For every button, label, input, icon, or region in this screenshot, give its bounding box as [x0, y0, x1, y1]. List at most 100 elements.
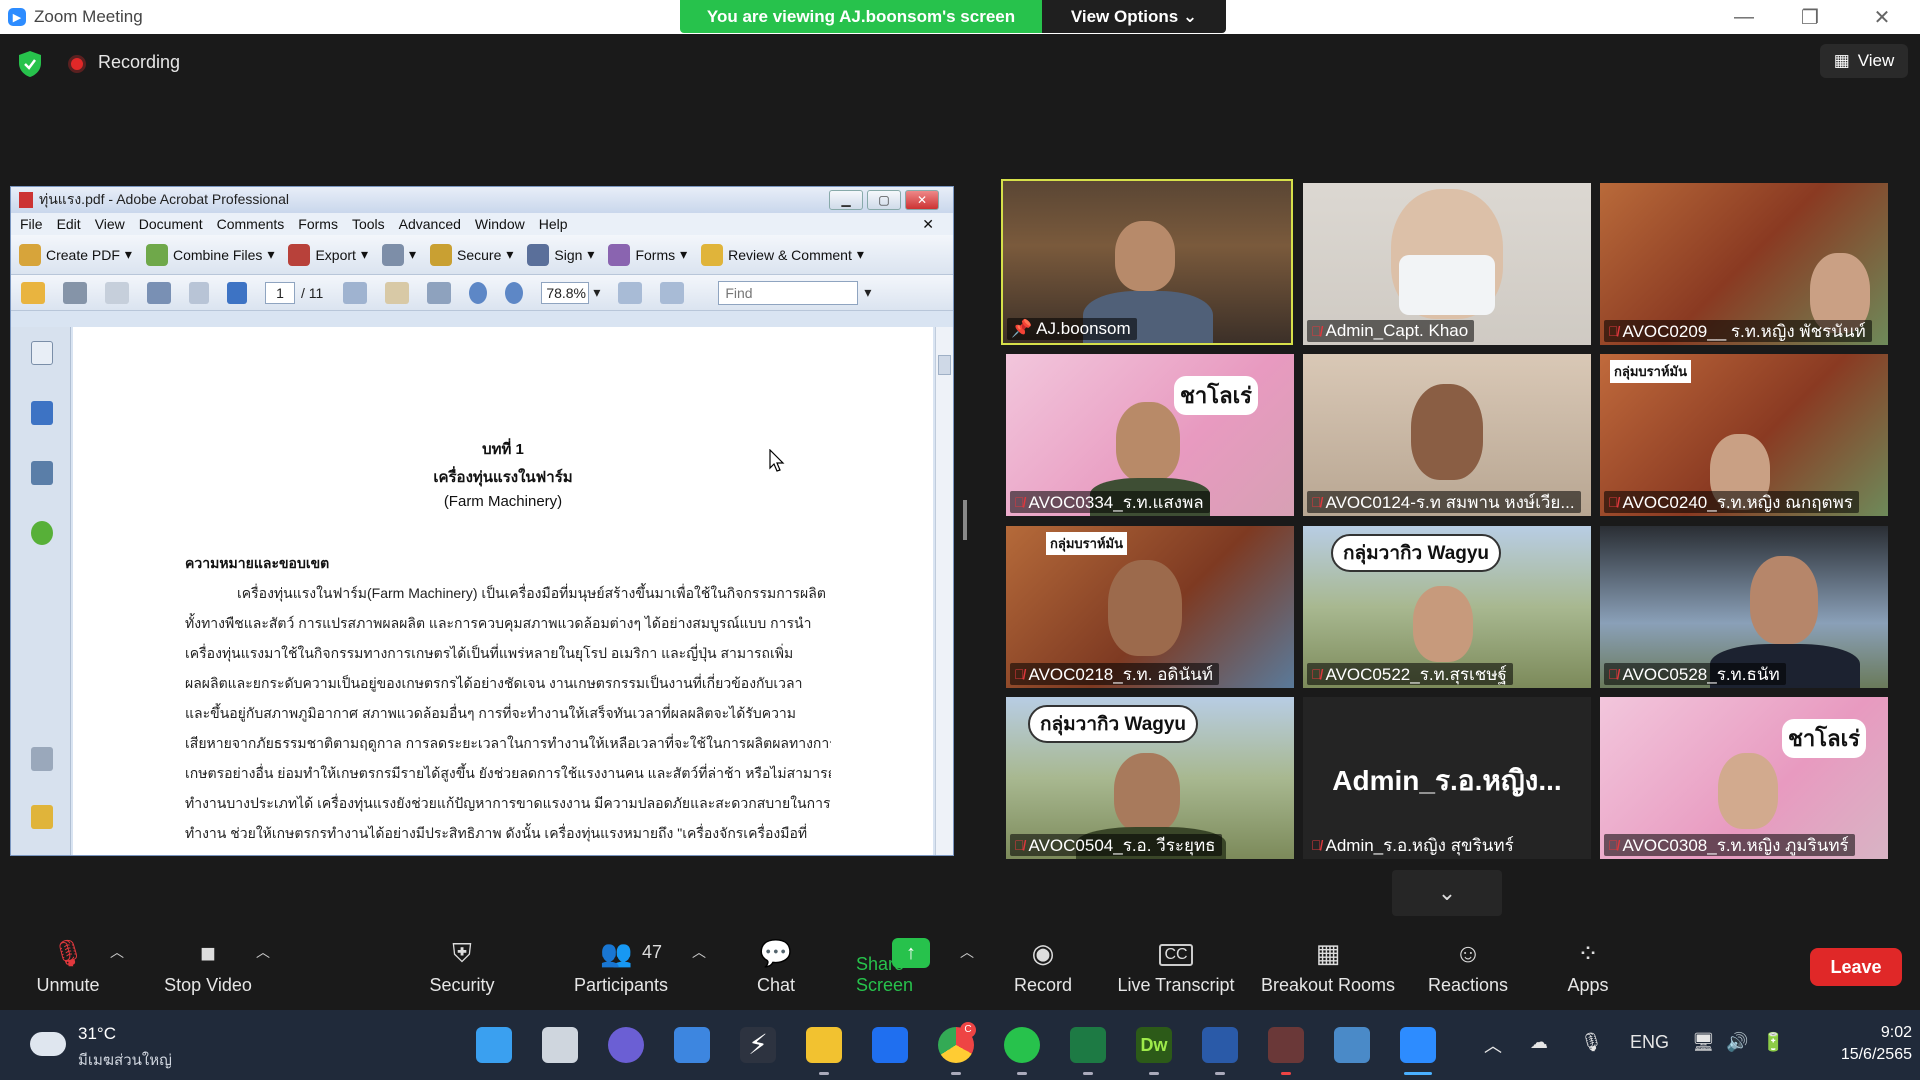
signatures-icon[interactable] — [31, 461, 53, 485]
reactions-button[interactable]: ☺ Reactions — [1426, 928, 1510, 1010]
unity-icon[interactable]: ⚡ — [740, 1027, 776, 1063]
scrollbar-thumb[interactable] — [938, 355, 951, 375]
taskbar-clock[interactable]: 9:02 15/6/2565 — [1840, 1022, 1912, 1066]
weather-temperature[interactable]: 31°C — [78, 1024, 116, 1044]
restore-button[interactable]: ❐ — [1780, 0, 1840, 34]
video-tile[interactable]: ชาโลเร่ 🎙̸ AVOC0308_ร.ท.หญิง ภูมรินทร์ — [1600, 697, 1888, 859]
close-button[interactable]: ✕ — [1852, 0, 1912, 34]
participants-button[interactable]: 👥 47 Participants — [566, 928, 676, 1010]
onedrive-cloud-icon[interactable]: ☁ — [1530, 1032, 1548, 1053]
input-language[interactable]: ENG — [1630, 1032, 1669, 1053]
acrobat-maximize-button[interactable]: ▢ — [867, 190, 901, 210]
menu-forms[interactable]: Forms — [298, 216, 338, 232]
review-comment-button[interactable]: Review & Comment ▾ — [701, 243, 864, 266]
video-tile[interactable]: กลุ่มวากิว Wagyu 🎙̸ AVOC0504_ร.อ. วีระยุท… — [1006, 697, 1294, 859]
attachments-icon[interactable] — [31, 747, 53, 771]
acrobat-vertical-scrollbar[interactable] — [935, 327, 953, 855]
share-screen-button[interactable]: ↑ Share Screen — [856, 928, 966, 1010]
menu-window[interactable]: Window — [475, 216, 525, 232]
zoom-level-input[interactable]: 78.8% — [541, 281, 590, 304]
video-tile[interactable]: 🎙̸ AVOC0124-ร.ท สมพาน หงษ์เวีย... — [1303, 354, 1591, 516]
page-number-input[interactable]: 1 — [265, 281, 295, 304]
acrobat-close-button[interactable]: ✕ — [905, 190, 939, 210]
microphone-icon[interactable]: 🎙 — [1580, 1032, 1603, 1053]
email-icon[interactable] — [147, 281, 171, 304]
hand-tool-icon[interactable] — [385, 281, 410, 304]
zoom-in-icon[interactable] — [505, 281, 524, 304]
menu-help[interactable]: Help — [539, 216, 568, 232]
menu-view[interactable]: View — [95, 216, 125, 232]
battery-icon[interactable]: 🔋 — [1762, 1032, 1784, 1053]
mail-icon[interactable] — [674, 1027, 710, 1063]
zoom-out-icon[interactable] — [469, 281, 488, 304]
save-icon[interactable] — [105, 281, 129, 304]
comments-icon[interactable] — [31, 805, 53, 829]
combine-files-button[interactable]: Combine Files ▾ — [145, 243, 274, 266]
next-page-gallery-button[interactable]: ⌄ — [1392, 870, 1502, 916]
create-pdf-button[interactable]: Create PDF ▾ — [19, 243, 132, 266]
sign-button[interactable]: Sign ▾ — [527, 243, 594, 266]
view-button[interactable]: ▦ View — [1820, 44, 1908, 78]
chat-button[interactable]: 💬 Chat — [750, 928, 802, 1010]
file-explorer-icon[interactable] — [806, 1027, 842, 1063]
print-icon[interactable] — [63, 281, 87, 304]
breakout-rooms-button[interactable]: ▦ Breakout Rooms — [1258, 928, 1398, 1010]
cloudy-weather-icon[interactable] — [30, 1032, 66, 1056]
task-view-icon[interactable] — [542, 1027, 578, 1063]
stop-video-button[interactable]: ■ Stop Video — [156, 928, 260, 1010]
open-folder-icon[interactable] — [21, 281, 45, 304]
secure-button[interactable]: Secure ▾ — [430, 243, 513, 266]
find-input[interactable]: Find — [718, 280, 859, 305]
split-divider-handle[interactable] — [963, 500, 967, 540]
line-icon[interactable] — [1004, 1027, 1040, 1063]
find-dropdown-icon[interactable]: ▾ — [864, 284, 871, 301]
menu-document[interactable]: Document — [139, 216, 203, 232]
view-options-button[interactable]: View Options ⌄ — [1042, 0, 1226, 33]
share-options-caret[interactable]: ︿ — [960, 942, 974, 962]
zoom-dropdown-icon[interactable]: ▾ — [593, 284, 600, 301]
minimize-button[interactable]: — — [1714, 0, 1774, 34]
shared-screen-acrobat[interactable]: ทุ่นแรง.pdf - Adobe Acrobat Professional… — [10, 186, 954, 856]
help-icon[interactable] — [31, 521, 53, 545]
shield-icon[interactable] — [18, 50, 42, 78]
bookmarks-icon[interactable] — [31, 401, 53, 425]
print-options-button[interactable]: ▾ — [381, 243, 416, 266]
video-options-caret[interactable]: ︿ — [256, 942, 270, 962]
network-icon[interactable]: 🖥 — [1692, 1032, 1715, 1053]
video-tile[interactable]: ชาโลเร่ 🎙̸ AVOC0334_ร.ท.แสงพล — [1006, 354, 1294, 516]
acrobat-minimize-button[interactable]: ▁ — [829, 190, 863, 210]
record-button[interactable]: ◉ Record — [1012, 928, 1074, 1010]
store-bag-icon[interactable] — [1268, 1027, 1304, 1063]
defender-icon[interactable] — [1202, 1027, 1238, 1063]
fit-page-icon[interactable] — [660, 281, 685, 304]
excel-icon[interactable] — [1070, 1027, 1106, 1063]
menu-tools[interactable]: Tools — [352, 216, 385, 232]
video-tile[interactable]: 🎙̸ AVOC0528_ร.ท.ธนัท — [1600, 526, 1888, 688]
pdf-document-page[interactable]: บทที่ 1 เครื่องทุ่นแรงในฟาร์ม (Farm Mach… — [73, 327, 933, 855]
teams-chat-icon[interactable] — [608, 1027, 644, 1063]
audio-options-caret[interactable]: ︿ — [110, 942, 124, 962]
doc-close-icon[interactable]: ✕ — [922, 216, 934, 233]
zoom-app-icon[interactable] — [1400, 1027, 1436, 1063]
export-button[interactable]: Export ▾ — [288, 243, 368, 266]
select-tool-icon[interactable] — [343, 281, 368, 304]
forms-button[interactable]: Forms ▾ — [608, 243, 687, 266]
start-menu-icon[interactable] — [476, 1027, 512, 1063]
menu-comments[interactable]: Comments — [217, 216, 285, 232]
video-tile[interactable]: กลุ่มบราห์มัน 🎙̸ AVOC0240_ร.ท.หญิง ณกฤตพร — [1600, 354, 1888, 516]
recording-label[interactable]: Recording — [98, 52, 180, 73]
show-hidden-icons-caret[interactable]: ︿ — [1484, 1032, 1502, 1058]
dreamweaver-icon[interactable]: Dw — [1136, 1027, 1172, 1063]
participants-options-caret[interactable]: ︿ — [692, 942, 706, 962]
weather-description[interactable]: มีเมฆส่วนใหญ่ — [78, 1048, 172, 1072]
photos-icon[interactable] — [1334, 1027, 1370, 1063]
video-tile[interactable]: 📌 AJ.boonsom — [1001, 179, 1293, 345]
previous-page-icon[interactable] — [189, 281, 209, 304]
leave-button[interactable]: Leave — [1810, 948, 1902, 986]
video-tile[interactable]: 🎙̸ Admin_Capt. Khao — [1303, 183, 1591, 345]
pages-icon[interactable] — [31, 341, 53, 365]
video-tile[interactable]: Admin_ร.อ.หญิง... 🎙̸ Admin_ร.อ.หญิง สุขริ… — [1303, 697, 1591, 859]
dropbox-icon[interactable] — [872, 1027, 908, 1063]
live-transcript-button[interactable]: CC Live Transcript — [1114, 928, 1238, 1010]
video-tile[interactable]: 🎙̸ AVOC0209__ ร.ท.หญิง พัชรนันท์ — [1600, 183, 1888, 345]
